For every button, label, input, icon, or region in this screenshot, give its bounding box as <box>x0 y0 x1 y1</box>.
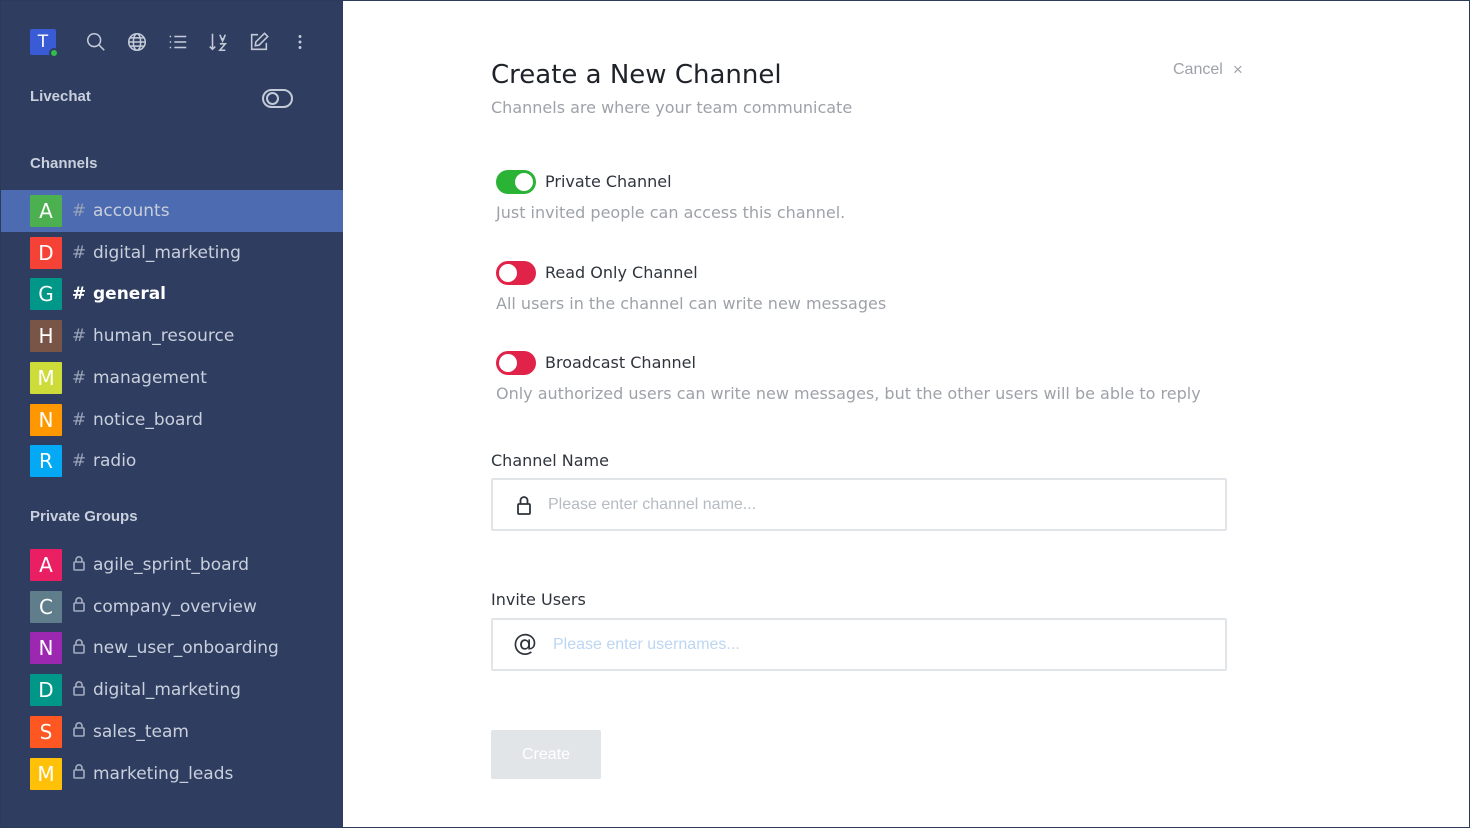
edit-icon[interactable] <box>247 30 271 54</box>
room-avatar: N <box>30 403 62 436</box>
room-avatar: R <box>30 445 62 478</box>
channel-item-management[interactable]: M # management <box>0 357 343 399</box>
channel-item-human-resource[interactable]: H # human_resource <box>0 315 343 357</box>
private-group-item-sales-team[interactable]: Ssales_team <box>0 711 343 753</box>
room-name: company_overview <box>93 596 257 617</box>
room-avatar: M <box>30 757 62 790</box>
cancel-button[interactable]: Cancel × <box>1173 60 1243 80</box>
channel-item-general[interactable]: G # general <box>0 273 343 315</box>
directory-globe-icon[interactable] <box>125 30 149 54</box>
page-subtitle: Channels are where your team communicate <box>491 98 853 117</box>
private-channel-label: Private Channel <box>545 172 672 191</box>
room-name: digital_marketing <box>93 680 241 701</box>
channel-name-field <box>491 478 1227 531</box>
read-only-channel-label: Read Only Channel <box>545 263 698 282</box>
channel-name-input[interactable] <box>548 492 1188 518</box>
channel-item-digital-marketing[interactable]: D # digital_marketing <box>0 232 343 274</box>
lock-icon <box>513 493 535 517</box>
private-group-item-company-overview[interactable]: Ccompany_overview <box>0 586 343 628</box>
lock-icon <box>70 680 88 701</box>
room-avatar: M <box>30 361 62 394</box>
room-avatar: S <box>30 715 62 748</box>
more-options-icon[interactable] <box>288 30 312 54</box>
private-groups-section-title: Private Groups <box>30 508 138 525</box>
room-avatar: D <box>30 236 62 269</box>
room-name: digital_marketing <box>93 242 241 263</box>
broadcast-channel-toggle[interactable] <box>496 351 536 375</box>
room-avatar: H <box>30 320 62 353</box>
room-avatar: G <box>30 278 62 311</box>
livechat-toggle[interactable] <box>262 89 293 108</box>
room-name: human_resource <box>93 326 235 347</box>
room-name: agile_sprint_board <box>93 555 250 575</box>
invite-users-input[interactable] <box>553 632 1193 658</box>
private-channel-description: Just invited people can access this chan… <box>496 203 846 222</box>
room-name: radio <box>93 451 137 472</box>
create-button[interactable]: Create <box>491 730 601 779</box>
hashtag-icon: # <box>71 326 87 347</box>
user-avatar[interactable]: T <box>30 29 59 58</box>
sidebar-topbar: T <box>30 28 59 58</box>
room-name: sales_team <box>93 721 189 742</box>
create-channel-panel: Create a New Channel Channels are where … <box>343 0 1470 828</box>
page-title: Create a New Channel <box>491 60 782 90</box>
private-channel-toggle[interactable] <box>496 170 536 194</box>
invite-users-label: Invite Users <box>491 590 586 609</box>
hashtag-icon: # <box>71 367 87 388</box>
online-status-dot <box>49 48 59 58</box>
lock-icon <box>70 638 88 659</box>
invite-users-field: @ <box>491 618 1227 671</box>
channel-item-accounts[interactable]: A # accounts <box>0 190 343 232</box>
channel-name-label: Channel Name <box>491 451 609 470</box>
private-group-item-new-user-onboarding[interactable]: Nnew_user_onboarding <box>0 627 343 669</box>
lock-icon <box>70 555 88 576</box>
broadcast-channel-description: Only authorized users can write new mess… <box>496 384 1201 403</box>
room-name: accounts <box>93 201 170 221</box>
room-avatar: A <box>30 195 62 227</box>
private-group-item-agile-sprint-board[interactable]: Aagile_sprint_board <box>0 544 343 586</box>
room-name: general <box>93 284 167 305</box>
hashtag-icon: # <box>71 201 87 221</box>
hashtag-icon: # <box>71 451 87 472</box>
read-only-channel-description: All users in the channel can write new m… <box>496 294 887 313</box>
sort-icon[interactable] <box>206 30 230 54</box>
at-sign-icon: @ <box>513 629 537 657</box>
read-only-channel-toggle[interactable] <box>496 261 536 285</box>
livechat-label: Livechat <box>30 88 91 105</box>
room-name: notice_board <box>93 409 203 430</box>
room-name: new_user_onboarding <box>93 638 279 659</box>
room-name: marketing_leads <box>93 763 234 784</box>
lock-icon <box>70 763 88 784</box>
channel-item-notice-board[interactable]: N # notice_board <box>0 399 343 441</box>
lock-icon <box>70 721 88 742</box>
lock-icon <box>70 596 88 617</box>
broadcast-channel-label: Broadcast Channel <box>545 353 696 372</box>
room-avatar: A <box>30 549 62 581</box>
search-icon[interactable] <box>84 30 108 54</box>
room-avatar: C <box>30 590 62 623</box>
channel-item-radio[interactable]: R # radio <box>0 440 343 482</box>
sidebar: T Livechat Channels A # accounts D # digital_… <box>0 0 343 828</box>
channels-section-title: Channels <box>30 155 98 172</box>
room-avatar: D <box>30 674 62 707</box>
close-icon: × <box>1232 60 1243 79</box>
private-group-item-digital-marketing[interactable]: Ddigital_marketing <box>0 669 343 711</box>
cancel-label: Cancel <box>1173 61 1223 78</box>
hashtag-icon: # <box>71 409 87 430</box>
hashtag-icon: # <box>71 242 87 263</box>
list-view-icon[interactable] <box>166 30 190 54</box>
room-name: management <box>93 367 207 388</box>
user-initial: T <box>37 32 49 52</box>
private-group-item-marketing-leads[interactable]: Mmarketing_leads <box>0 753 343 795</box>
room-avatar: N <box>30 632 62 665</box>
hashtag-icon: # <box>71 284 87 305</box>
